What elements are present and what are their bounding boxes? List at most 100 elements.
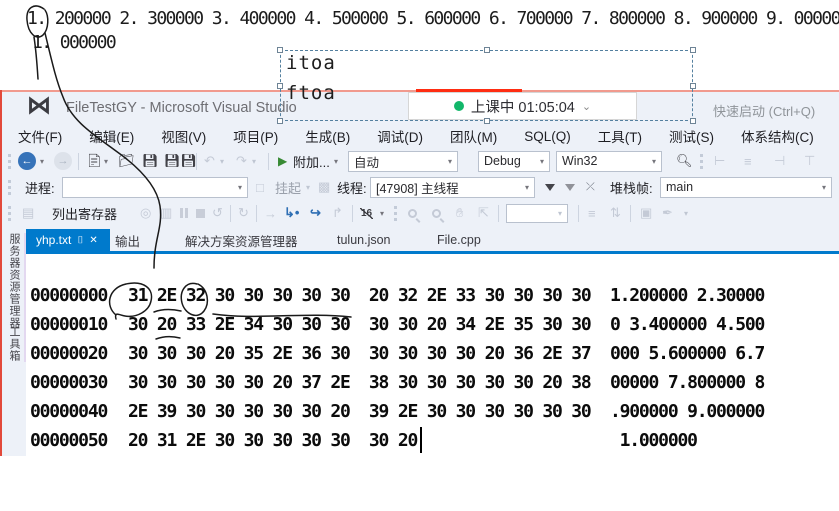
toolbar-grip[interactable] (8, 154, 11, 169)
selection-handle[interactable] (690, 47, 696, 53)
selection-handle[interactable] (484, 47, 490, 53)
zoom-level-combobox[interactable]: ▾ (506, 204, 568, 223)
hex-row: 00000000 31 2E 32 30 30 30 30 30 20 32 2… (30, 282, 820, 311)
toolbar-grip[interactable] (394, 206, 397, 221)
pin-icon[interactable]: ⌷ (77, 235, 83, 246)
step-out-icon[interactable]: ↱ (332, 205, 343, 221)
quick-launch[interactable]: 快速启动 (Ctrl+Q) (713, 101, 815, 120)
toolbar-separator (256, 205, 257, 222)
restart-icon[interactable]: ↺ (212, 205, 223, 221)
pause-icon[interactable] (180, 208, 188, 218)
hex-address: 00000040 (30, 401, 107, 422)
selection-handle[interactable] (484, 118, 490, 124)
selection-handle[interactable] (277, 47, 283, 53)
chevron-down-icon[interactable]: ▾ (104, 157, 108, 166)
menu-build[interactable]: 生成(B) (305, 126, 350, 146)
menu-test[interactable]: 测试(S) (669, 126, 714, 146)
list-registers-button[interactable]: 列出寄存器 (52, 204, 117, 223)
menu-edit[interactable]: 编辑(E) (89, 126, 134, 146)
chevron-down-icon[interactable]: ▾ (334, 157, 338, 166)
selection-handle[interactable] (277, 118, 283, 124)
tab-output[interactable]: 输出 (115, 229, 140, 251)
zoom-out-icon[interactable] (432, 209, 441, 218)
thread-icon: ▩ (318, 179, 330, 195)
toolbar-grip[interactable] (700, 154, 703, 169)
toolbar-grip[interactable] (8, 180, 11, 195)
menu-project[interactable]: 项目(P) (233, 126, 278, 146)
hex-display-toggle-icon[interactable]: 16 (360, 208, 373, 219)
close-icon[interactable]: ✕ (89, 235, 97, 246)
navigate-back-icon[interactable]: ← (18, 152, 36, 170)
debug-auto-combobox[interactable]: 自动▾ (348, 151, 458, 172)
navigate-forward-icon[interactable]: → (54, 152, 72, 170)
eyedropper-icon[interactable]: ✒ (662, 205, 673, 221)
toolbar-misc-icon[interactable]: ⊣ (774, 153, 785, 169)
select-cursor-icon[interactable]: ⇱ (478, 205, 489, 221)
save-icon[interactable]: 💾︎ (142, 153, 159, 169)
tab-yhp-txt[interactable]: yhp.txt ⌷ ✕ (26, 229, 110, 251)
sidebar-item-server-explorer[interactable]: 服务器资源管理器 (6, 233, 26, 329)
tab-solution-explorer[interactable]: 解决方案资源管理器 (185, 229, 298, 251)
selection-label-itoa: itoa (286, 52, 336, 74)
step-over-icon[interactable]: ↪ (310, 205, 321, 221)
process-combobox[interactable]: ▾ (62, 177, 248, 198)
solution-platform-combobox[interactable]: Win32▾ (556, 151, 662, 172)
menu-file[interactable]: 文件(F) (18, 126, 62, 146)
zoom-in-icon[interactable] (408, 209, 417, 218)
toolbar-misc-icon[interactable]: ⊤ (804, 153, 815, 169)
menu-team[interactable]: 团队(M) (450, 126, 497, 146)
filter-threads-icon[interactable] (545, 184, 555, 191)
flag-threads-icon[interactable]: ⤫ (586, 181, 595, 194)
run-to-cursor-icon[interactable]: → (264, 206, 277, 221)
toolbar-misc-icon[interactable]: ≡ (744, 154, 752, 169)
suspend-button[interactable]: 挂起 (275, 178, 301, 197)
step-into-icon[interactable]: ↳• (284, 205, 299, 221)
chevron-down-icon[interactable]: ▾ (684, 209, 688, 218)
open-file-icon[interactable]: 📁︎ (118, 153, 135, 169)
selection-handle[interactable] (690, 118, 696, 124)
process-snapshot-icon[interactable]: □ (256, 180, 264, 195)
chevron-down-icon: ▾ (238, 183, 242, 192)
chevron-down-icon[interactable]: ▾ (40, 157, 44, 166)
selection-box[interactable]: itoa ftoa (280, 50, 693, 121)
standard-toolbar: ← ▾ → 📄︎ ▾ 📁︎ 💾︎ 💾︎💾︎ ↶ ▾ ↷ ▾ ▶ 附加... ▾ … (0, 148, 839, 174)
menu-architecture[interactable]: 体系结构(C) (741, 126, 814, 146)
new-file-icon[interactable]: 📄︎ (86, 153, 103, 169)
registers-window-icon[interactable]: ▤ (22, 205, 34, 221)
menu-debug[interactable]: 调试(D) (377, 126, 423, 146)
redo-icon[interactable]: ↷ (236, 153, 247, 169)
pan-hand-icon[interactable]: ✋︎ (456, 205, 463, 221)
sidebar-item-toolbox[interactable]: 工具箱 (6, 326, 26, 362)
undo-icon[interactable]: ↶ (204, 153, 215, 169)
menu-view[interactable]: 视图(V) (161, 126, 206, 146)
toolbar-misc-icon[interactable]: ⊢ (714, 153, 725, 169)
thread-combobox[interactable]: [47908] 主线程▾ (370, 177, 535, 198)
tab-tulun-json[interactable]: tulun.json (337, 229, 391, 251)
attach-debugger-play-icon[interactable]: ▶ (278, 154, 287, 168)
chevron-down-icon[interactable]: ▾ (306, 183, 310, 192)
save-all-icon[interactable]: 💾︎💾︎ (164, 153, 197, 169)
color-picker-icon[interactable]: ▣ (640, 205, 652, 221)
menu-tools[interactable]: 工具(T) (598, 126, 642, 146)
stop-debug-icon[interactable] (196, 209, 205, 218)
show-next-statement-icon[interactable]: ↻ (238, 205, 249, 221)
menu-sql[interactable]: SQL(Q) (524, 129, 571, 144)
breakpoints-icon[interactable]: ◎ (140, 205, 151, 221)
toolbar-grip[interactable] (8, 206, 11, 221)
immediate-window-icon[interactable]: ▥ (160, 205, 172, 221)
tab-file-cpp[interactable]: File.cpp (437, 229, 481, 251)
hex-ascii: 000 5.600000 6.7 (610, 343, 764, 364)
selection-handle[interactable] (690, 83, 696, 89)
toolbar-separator (578, 205, 579, 222)
align-left-icon[interactable]: ≡ (588, 206, 596, 221)
chevron-down-icon[interactable]: ▾ (380, 209, 384, 218)
attach-debugger-button[interactable]: 附加... (293, 152, 330, 171)
stack-frame-combobox[interactable]: main▾ (660, 177, 832, 198)
find-in-files-icon[interactable]: 🔍︎ (676, 153, 693, 169)
chevron-down-icon[interactable]: ▾ (220, 157, 224, 166)
solution-configuration-combobox[interactable]: Debug▾ (478, 151, 550, 172)
selection-handle[interactable] (277, 83, 283, 89)
cancel-filter-icon[interactable] (565, 184, 575, 191)
chevron-down-icon[interactable]: ▾ (252, 157, 256, 166)
sync-view-icon[interactable]: ⇅ (610, 205, 621, 221)
